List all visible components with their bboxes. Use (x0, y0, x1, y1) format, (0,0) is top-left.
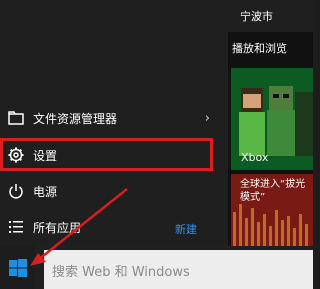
start-item-label: 所有应用 (33, 220, 82, 235)
list-icon (8, 219, 24, 235)
settings-highlight-box (0, 138, 213, 171)
start-item-file-explorer[interactable]: 文件资源管理器 › (0, 101, 226, 135)
tiles-section-title: 播放和浏览 (232, 42, 287, 55)
weather-city-tile[interactable]: 宁波市 (228, 0, 313, 32)
start-item-power[interactable]: 电源 (0, 174, 226, 208)
search-input[interactable]: 搜索 Web 和 Windows (52, 261, 190, 280)
chevron-right-icon: › (204, 110, 210, 126)
windows-logo-icon (8, 258, 27, 277)
xbox-label: Xbox (241, 151, 269, 164)
start-button[interactable] (0, 246, 35, 289)
folder-icon (8, 110, 24, 126)
start-item-label: 电源 (33, 184, 58, 199)
new-apps-link[interactable]: 新建 (175, 221, 197, 237)
start-item-label: 文件资源管理器 (33, 111, 118, 126)
news-headline: 全球进入“拔光模式” (240, 179, 306, 203)
city-label: 宁波市 (240, 10, 273, 23)
power-icon (8, 183, 24, 199)
